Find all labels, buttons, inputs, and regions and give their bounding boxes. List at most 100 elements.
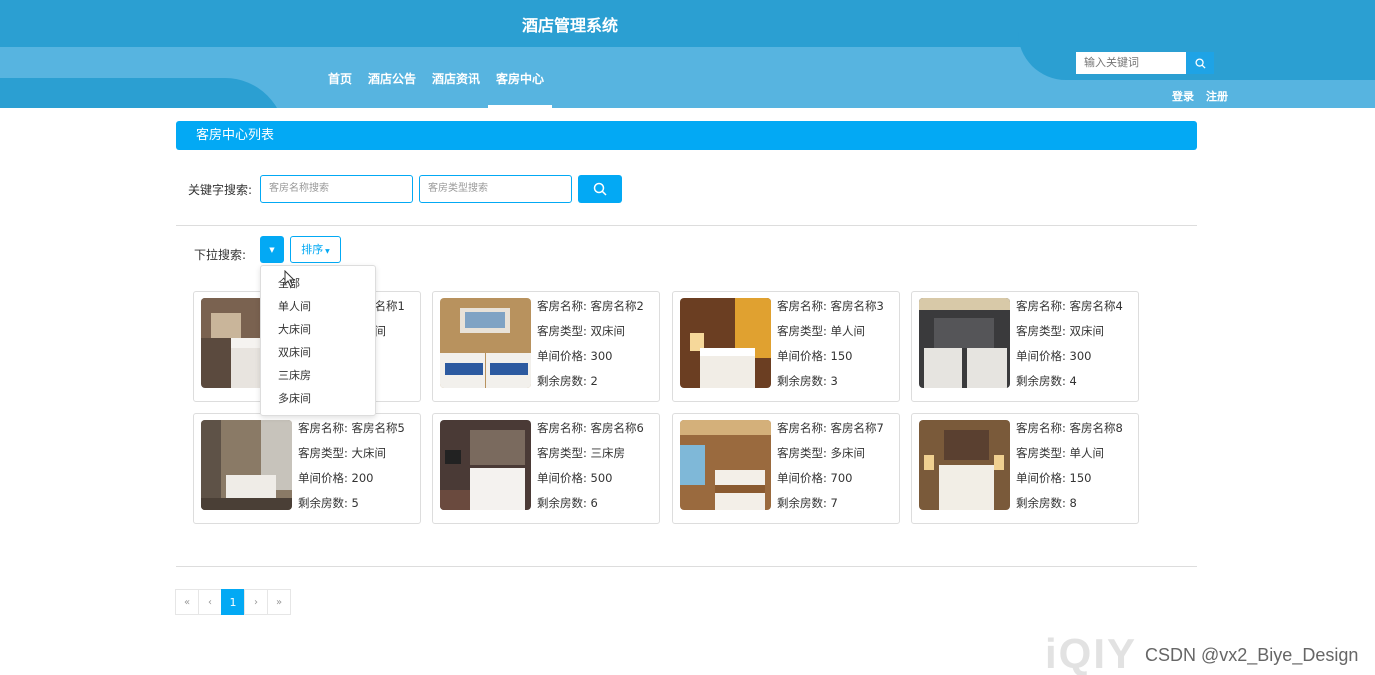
login-link[interactable]: 登录 (1172, 88, 1194, 104)
room-card[interactable]: 客房名称: 客房名称4 客房类型: 双床间 单间价格: 300 剩余房数: 4 (911, 291, 1139, 402)
keyword-search-button[interactable] (578, 175, 622, 203)
room-type-label: 客房类型: (537, 324, 587, 338)
room-price-label: 单间价格: (1016, 349, 1066, 363)
room-remaining-label: 剩余房数: (1016, 374, 1066, 388)
room-remaining-label: 剩余房数: (537, 374, 587, 388)
room-info: 客房名称: 客房名称4 客房类型: 双床间 单间价格: 300 剩余房数: 4 (1016, 298, 1123, 398)
room-name-label: 客房名称: (537, 299, 587, 313)
room-remaining-label: 剩余房数: (537, 496, 587, 510)
room-type-dropdown-button[interactable]: ▼ (260, 236, 284, 263)
divider (176, 225, 1197, 226)
room-photo[interactable] (440, 298, 531, 388)
pagination: « ‹ 1 › » (175, 589, 291, 615)
room-price-label: 单间价格: (537, 349, 587, 363)
room-type-dropdown-menu: 全部 单人间 大床间 双床间 三床房 多床间 (260, 265, 376, 416)
room-price-label: 单间价格: (777, 471, 827, 485)
room-type: 双床间 (1069, 324, 1105, 338)
header-curve-left (0, 78, 285, 108)
room-photo[interactable] (919, 298, 1010, 388)
nav-room-center[interactable]: 客房中心 (488, 60, 553, 108)
room-type: 多床间 (830, 446, 866, 460)
room-info: 客房名称: 客房名称2 客房类型: 双床间 单间价格: 300 剩余房数: 2 (537, 298, 644, 398)
main-nav: 首页 酒店公告 酒店资讯 客房中心 (320, 60, 553, 108)
search-icon (1194, 57, 1206, 69)
room-info: 客房名称: 客房名称6 客房类型: 三床房 单间价格: 500 剩余房数: 6 (537, 420, 644, 520)
room-price: 150 (830, 349, 853, 363)
room-price-label: 单间价格: (298, 471, 348, 485)
room-info: 客房名称: 客房名称5 客房类型: 大床间 单间价格: 200 剩余房数: 5 (298, 420, 405, 520)
room-price-label: 单间价格: (777, 349, 827, 363)
pagination-page-current[interactable]: 1 (221, 589, 245, 615)
pagination-last[interactable]: » (267, 589, 291, 615)
room-info: 客房名称: 客房名称8 客房类型: 单人间 单间价格: 150 剩余房数: 8 (1016, 420, 1123, 520)
room-price: 200 (351, 471, 374, 485)
room-price: 150 (1069, 471, 1092, 485)
nav-announcements[interactable]: 酒店公告 (360, 60, 424, 108)
room-photo[interactable] (440, 420, 531, 510)
room-remaining-label: 剩余房数: (298, 496, 348, 510)
room-remaining: 6 (590, 496, 598, 510)
room-remaining: 3 (830, 374, 838, 388)
sort-button[interactable]: 排序 ▼ (290, 236, 341, 263)
dropdown-option-queen[interactable]: 大床间 (261, 318, 375, 341)
pagination-first[interactable]: « (175, 589, 199, 615)
room-photo[interactable] (680, 420, 771, 510)
pagination-prev[interactable]: ‹ (198, 589, 222, 615)
room-remaining-label: 剩余房数: (1016, 496, 1066, 510)
caret-down-icon: ▼ (269, 245, 275, 254)
section-title-bar: 客房中心列表 (176, 121, 1197, 150)
caret-down-icon: ▼ (323, 248, 330, 255)
room-price: 700 (830, 471, 853, 485)
room-remaining: 5 (351, 496, 359, 510)
pagination-next[interactable]: › (244, 589, 268, 615)
room-type-search-input[interactable]: 客房类型搜索 (419, 175, 572, 203)
room-type: 单人间 (830, 324, 866, 338)
header-search (1076, 52, 1214, 74)
room-type-label: 客房类型: (777, 446, 827, 460)
dropdown-option-triple[interactable]: 三床房 (261, 364, 375, 387)
room-name-label: 客房名称: (777, 299, 827, 313)
search-icon (593, 182, 607, 196)
room-remaining: 7 (830, 496, 838, 510)
dropdown-option-twin[interactable]: 双床间 (261, 341, 375, 364)
auth-links: 登录 注册 (1172, 88, 1228, 104)
room-remaining: 8 (1069, 496, 1077, 510)
dropdown-search-label: 下拉搜索: (194, 248, 247, 262)
room-name: 客房名称3 (830, 299, 884, 313)
nav-news[interactable]: 酒店资讯 (424, 60, 488, 108)
room-type: 三床房 (590, 446, 626, 460)
room-price: 300 (1069, 349, 1092, 363)
dropdown-option-multi[interactable]: 多床间 (261, 387, 375, 410)
room-name: 客房名称2 (590, 299, 644, 313)
room-card[interactable]: 客房名称: 客房名称6 客房类型: 三床房 单间价格: 500 剩余房数: 6 (432, 413, 660, 524)
dropdown-option-single[interactable]: 单人间 (261, 295, 375, 318)
room-card[interactable]: 客房名称: 客房名称2 客房类型: 双床间 单间价格: 300 剩余房数: 2 (432, 291, 660, 402)
register-link[interactable]: 注册 (1206, 88, 1228, 104)
room-name-label: 客房名称: (298, 421, 348, 435)
room-card[interactable]: 客房名称: 客房名称5 客房类型: 大床间 单间价格: 200 剩余房数: 5 (193, 413, 421, 524)
header-search-input[interactable] (1076, 52, 1186, 74)
room-card[interactable]: 客房名称: 客房名称8 客房类型: 单人间 单间价格: 150 剩余房数: 8 (911, 413, 1139, 524)
room-type-label: 客房类型: (298, 446, 348, 460)
header-search-button[interactable] (1186, 52, 1214, 74)
room-card[interactable]: 客房名称: 客房名称3 客房类型: 单人间 单间价格: 150 剩余房数: 3 (672, 291, 900, 402)
room-info: 客房名称: 客房名称3 客房类型: 单人间 单间价格: 150 剩余房数: 3 (777, 298, 884, 398)
room-photo[interactable] (919, 420, 1010, 510)
room-name-label: 客房名称: (777, 421, 827, 435)
room-photo[interactable] (201, 420, 292, 510)
room-name: 客房名称6 (590, 421, 644, 435)
nav-home[interactable]: 首页 (320, 60, 360, 108)
room-remaining-label: 剩余房数: (777, 374, 827, 388)
room-name: 客房名称5 (351, 421, 405, 435)
room-remaining: 2 (590, 374, 598, 388)
room-card[interactable]: 客房名称: 客房名称7 客房类型: 多床间 单间价格: 700 剩余房数: 7 (672, 413, 900, 524)
room-name-search-input[interactable]: 客房名称搜索 (260, 175, 413, 203)
room-type: 单人间 (1069, 446, 1105, 460)
room-type-label: 客房类型: (1016, 324, 1066, 338)
dropdown-option-all[interactable]: 全部 (261, 272, 375, 295)
room-price-label: 单间价格: (1016, 471, 1066, 485)
room-photo[interactable] (680, 298, 771, 388)
room-name: 客房名称4 (1069, 299, 1123, 313)
site-header: 酒店管理系统 首页 酒店公告 酒店资讯 客房中心 登录 注册 (0, 0, 1375, 108)
csdn-watermark: CSDN @vx2_Biye_Design (1145, 645, 1359, 665)
